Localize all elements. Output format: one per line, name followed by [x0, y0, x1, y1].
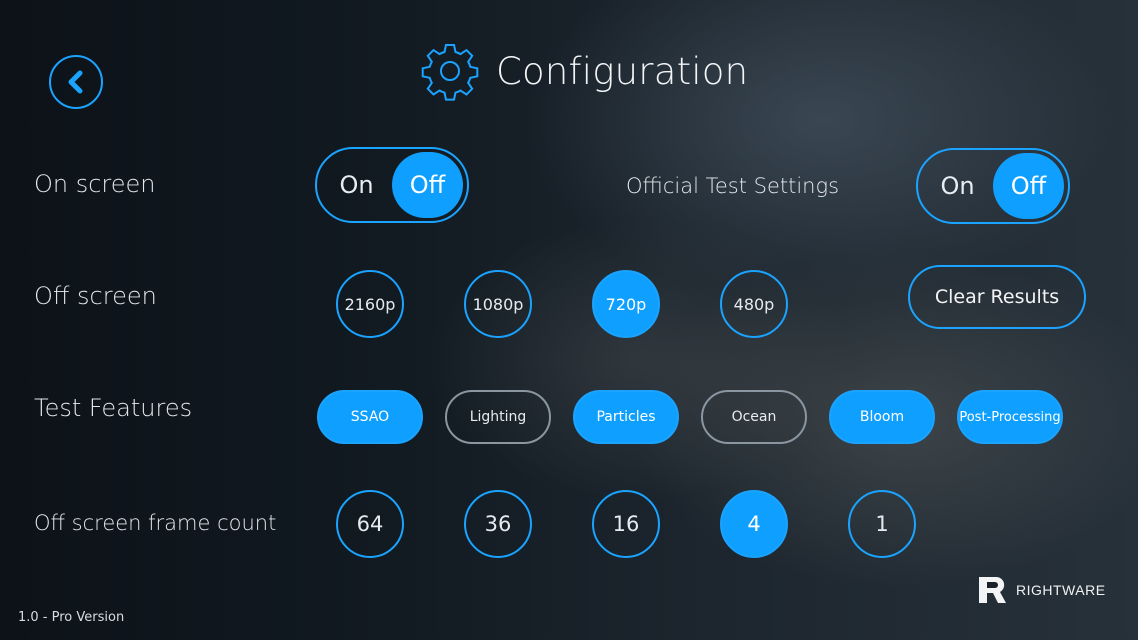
feature-particles-toggle[interactable]: Particles — [573, 390, 679, 444]
resolution-1080p-button[interactable]: 1080p — [464, 270, 532, 338]
on-screen-label: On screen — [34, 170, 156, 198]
official-on-option[interactable]: On — [922, 153, 993, 219]
off-screen-label: Off screen — [34, 282, 157, 310]
test-features-label: Test Features — [34, 394, 193, 422]
official-test-settings-toggle[interactable]: On Off — [916, 148, 1070, 224]
gear-icon — [421, 44, 479, 101]
feature-bloom-toggle[interactable]: Bloom — [829, 390, 935, 444]
page-title: Configuration — [496, 49, 749, 93]
frame-count-16-button[interactable]: 16 — [592, 490, 660, 558]
on-screen-on-option[interactable]: On — [321, 152, 392, 218]
chevron-left-icon — [68, 70, 83, 94]
back-button[interactable] — [49, 55, 103, 109]
resolution-480p-button[interactable]: 480p — [720, 270, 788, 338]
version-text: 1.0 - Pro Version — [18, 610, 125, 625]
feature-lighting-toggle[interactable]: Lighting — [445, 390, 551, 444]
frame-count-1-button[interactable]: 1 — [848, 490, 916, 558]
feature-ocean-toggle[interactable]: Ocean — [701, 390, 807, 444]
official-test-settings-label: Official Test Settings — [626, 174, 840, 198]
rightware-logo-icon — [979, 577, 1006, 603]
clear-results-button[interactable]: Clear Results — [908, 265, 1086, 329]
resolution-720p-button[interactable]: 720p — [592, 270, 660, 338]
feature-ssao-toggle[interactable]: SSAO — [317, 390, 423, 444]
on-screen-toggle[interactable]: On Off — [315, 147, 469, 223]
frame-count-label: Off screen frame count — [34, 511, 277, 535]
frame-count-64-button[interactable]: 64 — [336, 490, 404, 558]
page-header: Configuration — [420, 40, 748, 102]
official-off-option[interactable]: Off — [993, 153, 1064, 219]
feature-post-processing-toggle[interactable]: Post-Processing — [957, 390, 1063, 444]
on-screen-off-option[interactable]: Off — [392, 152, 463, 218]
resolution-2160p-button[interactable]: 2160p — [336, 270, 404, 338]
brand-logo: RIGHTWARE — [976, 575, 1106, 605]
frame-count-4-button[interactable]: 4 — [720, 490, 788, 558]
brand-name: RIGHTWARE — [1016, 582, 1106, 598]
frame-count-36-button[interactable]: 36 — [464, 490, 532, 558]
